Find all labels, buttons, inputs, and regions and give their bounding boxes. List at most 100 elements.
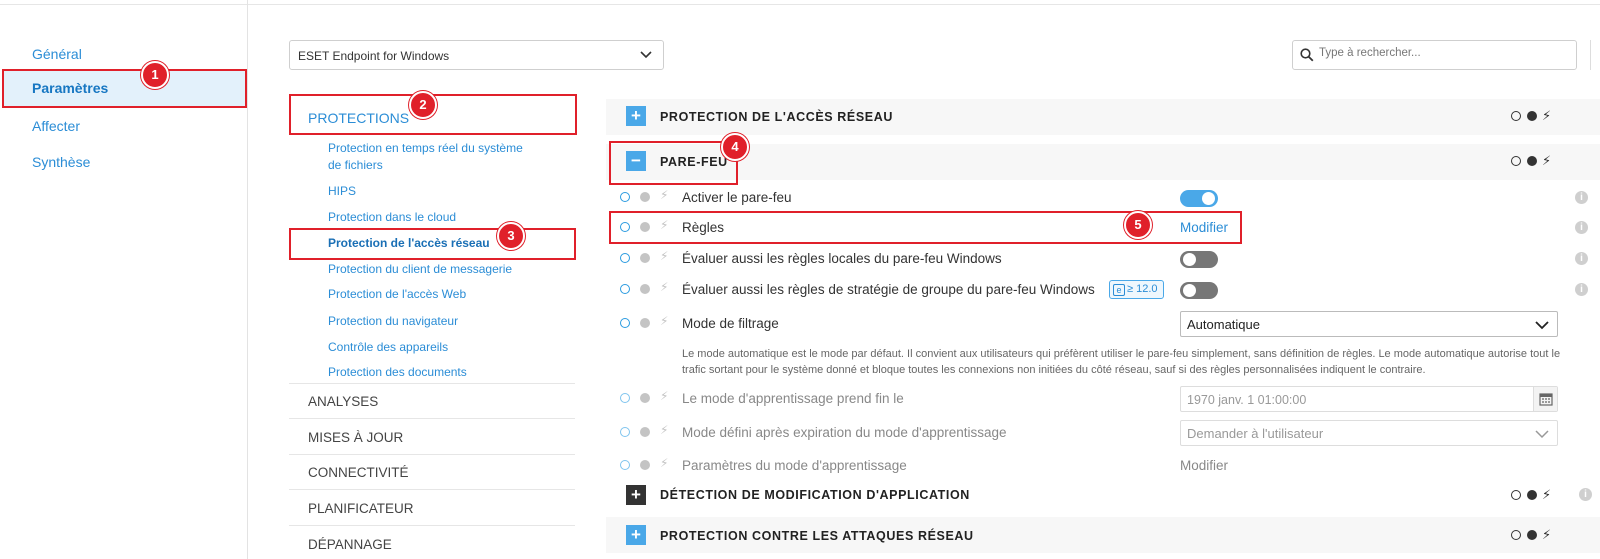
force-icon[interactable] xyxy=(640,253,650,263)
annotation-badge: 2 xyxy=(409,91,437,119)
apply-icon[interactable] xyxy=(620,318,630,328)
policy-flags: ⚡ xyxy=(1511,108,1561,124)
info-icon[interactable]: i xyxy=(1575,221,1588,234)
setting-row: ⚡ Évaluer aussi les règles de stratégie … xyxy=(606,275,1600,305)
divider xyxy=(289,383,575,384)
section-analyses[interactable]: ANALYSES xyxy=(289,394,575,409)
search-icon xyxy=(1300,48,1314,62)
force-icon[interactable] xyxy=(1527,111,1537,121)
force-icon[interactable] xyxy=(640,284,650,294)
annotation-badge: 5 xyxy=(1124,211,1152,239)
annotation-badge: 1 xyxy=(141,61,169,89)
search-input[interactable] xyxy=(1319,47,1569,59)
bar-network-attacks[interactable]: + PROTECTION CONTRE LES ATTAQUES RÉSEAU … xyxy=(606,517,1600,553)
force-icon[interactable] xyxy=(640,393,650,403)
bar-title: PROTECTION DE L'ACCÈS RÉSEAU xyxy=(660,110,893,124)
expand-icon[interactable]: + xyxy=(626,485,646,505)
bar-app-detection[interactable]: + DÉTECTION DE MODIFICATION D'APPLICATIO… xyxy=(606,480,1600,510)
apply-icon[interactable] xyxy=(1511,111,1521,121)
filter-mode-value: Automatique xyxy=(1187,317,1260,332)
toolbar-divider xyxy=(1590,40,1591,70)
apply-icon[interactable] xyxy=(1511,490,1521,500)
apply-icon[interactable] xyxy=(620,427,630,437)
eval-gpo-rules-toggle[interactable] xyxy=(1180,282,1218,299)
section-connectivity[interactable]: CONNECTIVITÉ xyxy=(289,465,575,480)
sub-item-browser[interactable]: Protection du navigateur xyxy=(328,313,538,330)
after-learn-select[interactable]: Demander à l'utilisateur xyxy=(1180,420,1558,446)
learn-params-edit-link[interactable]: Modifier xyxy=(1180,458,1228,473)
calendar-icon[interactable] xyxy=(1533,387,1557,411)
sub-item-web-access[interactable]: Protection de l'accès Web xyxy=(328,286,538,303)
learn-end-date-input[interactable]: 1970 janv. 1 01:00:00 xyxy=(1180,386,1558,412)
nav-item-general[interactable]: Général xyxy=(32,46,82,62)
setting-label: Évaluer aussi les règles de stratégie de… xyxy=(682,282,1095,297)
bolt-icon[interactable]: ⚡ xyxy=(660,389,668,403)
enable-firewall-toggle[interactable] xyxy=(1180,190,1218,207)
filter-mode-select[interactable]: Automatique xyxy=(1180,311,1558,337)
chevron-down-icon xyxy=(1535,321,1549,330)
version-text: ≥ 12.0 xyxy=(1127,283,1158,295)
version-badge: e ≥ 12.0 xyxy=(1109,280,1164,299)
eset-icon: e xyxy=(1113,284,1125,296)
sub-item-documents[interactable]: Protection des documents xyxy=(328,364,538,381)
apply-icon[interactable] xyxy=(620,460,630,470)
force-icon[interactable] xyxy=(1527,156,1537,166)
bar-title: DÉTECTION DE MODIFICATION D'APPLICATION xyxy=(660,488,970,502)
force-icon[interactable] xyxy=(640,460,650,470)
section-troubleshooting[interactable]: DÉPANNAGE xyxy=(289,537,575,552)
setting-row: ⚡ Activer le pare-feu i xyxy=(606,183,1600,213)
sub-item-hips[interactable]: HIPS xyxy=(328,183,538,200)
setting-row: ⚡ Mode défini après expiration du mode d… xyxy=(606,418,1600,448)
bolt-icon[interactable]: ⚡ xyxy=(1542,487,1551,503)
force-icon[interactable] xyxy=(640,318,650,328)
info-icon[interactable]: i xyxy=(1575,252,1588,265)
product-select-value: ESET Endpoint for Windows xyxy=(298,49,450,63)
info-icon[interactable]: i xyxy=(1575,283,1588,296)
divider xyxy=(289,454,575,455)
sub-item-realtime[interactable]: Protection en temps réel du système de f… xyxy=(328,140,538,174)
annotation-badge: 3 xyxy=(497,222,525,250)
learn-end-date-value: 1970 janv. 1 01:00:00 xyxy=(1187,393,1307,407)
annotation-badge: 4 xyxy=(721,133,749,161)
nav-item-synthese[interactable]: Synthèse xyxy=(32,154,90,170)
force-icon[interactable] xyxy=(1527,490,1537,500)
apply-icon[interactable] xyxy=(620,393,630,403)
apply-icon[interactable] xyxy=(1511,530,1521,540)
force-icon[interactable] xyxy=(1527,530,1537,540)
bolt-icon[interactable]: ⚡ xyxy=(1542,108,1551,124)
force-icon[interactable] xyxy=(640,427,650,437)
section-updates[interactable]: MISES À JOUR xyxy=(289,430,575,445)
bolt-icon[interactable]: ⚡ xyxy=(660,249,668,263)
bolt-icon[interactable]: ⚡ xyxy=(660,456,668,470)
setting-label: Activer le pare-feu xyxy=(682,190,792,205)
sub-item-device-control[interactable]: Contrôle des appareils xyxy=(328,339,538,356)
apply-icon[interactable] xyxy=(1511,156,1521,166)
bar-firewall[interactable]: − PARE-FEU ⚡ xyxy=(606,144,1600,180)
apply-icon[interactable] xyxy=(620,253,630,263)
policy-flags: ⚡ xyxy=(1511,487,1561,503)
divider xyxy=(289,525,575,526)
expand-icon[interactable]: + xyxy=(626,106,646,126)
search-box[interactable] xyxy=(1292,40,1577,70)
bolt-icon[interactable]: ⚡ xyxy=(1542,153,1551,169)
expand-icon[interactable]: + xyxy=(626,525,646,545)
bolt-icon[interactable]: ⚡ xyxy=(660,314,668,328)
product-select[interactable]: ESET Endpoint for Windows xyxy=(289,40,664,70)
info-icon[interactable]: i xyxy=(1579,488,1592,501)
eval-local-rules-toggle[interactable] xyxy=(1180,251,1218,268)
bolt-icon[interactable]: ⚡ xyxy=(660,423,668,437)
force-icon[interactable] xyxy=(640,192,650,202)
apply-icon[interactable] xyxy=(620,284,630,294)
sub-item-mail-client[interactable]: Protection du client de messagerie xyxy=(328,261,538,278)
bar-network-access[interactable]: + PROTECTION DE L'ACCÈS RÉSEAU ⚡ xyxy=(606,99,1600,135)
bolt-icon[interactable]: ⚡ xyxy=(660,188,668,202)
nav-item-affecter[interactable]: Affecter xyxy=(32,118,80,134)
bolt-icon[interactable]: ⚡ xyxy=(660,280,668,294)
bolt-icon[interactable]: ⚡ xyxy=(1542,527,1551,543)
chevron-down-icon xyxy=(1535,430,1549,439)
info-icon[interactable]: i xyxy=(1575,191,1588,204)
apply-icon[interactable] xyxy=(620,192,630,202)
annotation-box xyxy=(609,141,738,185)
section-scheduler[interactable]: PLANIFICATEUR xyxy=(289,501,575,516)
setting-row: ⚡ Évaluer aussi les règles locales du pa… xyxy=(606,244,1600,274)
